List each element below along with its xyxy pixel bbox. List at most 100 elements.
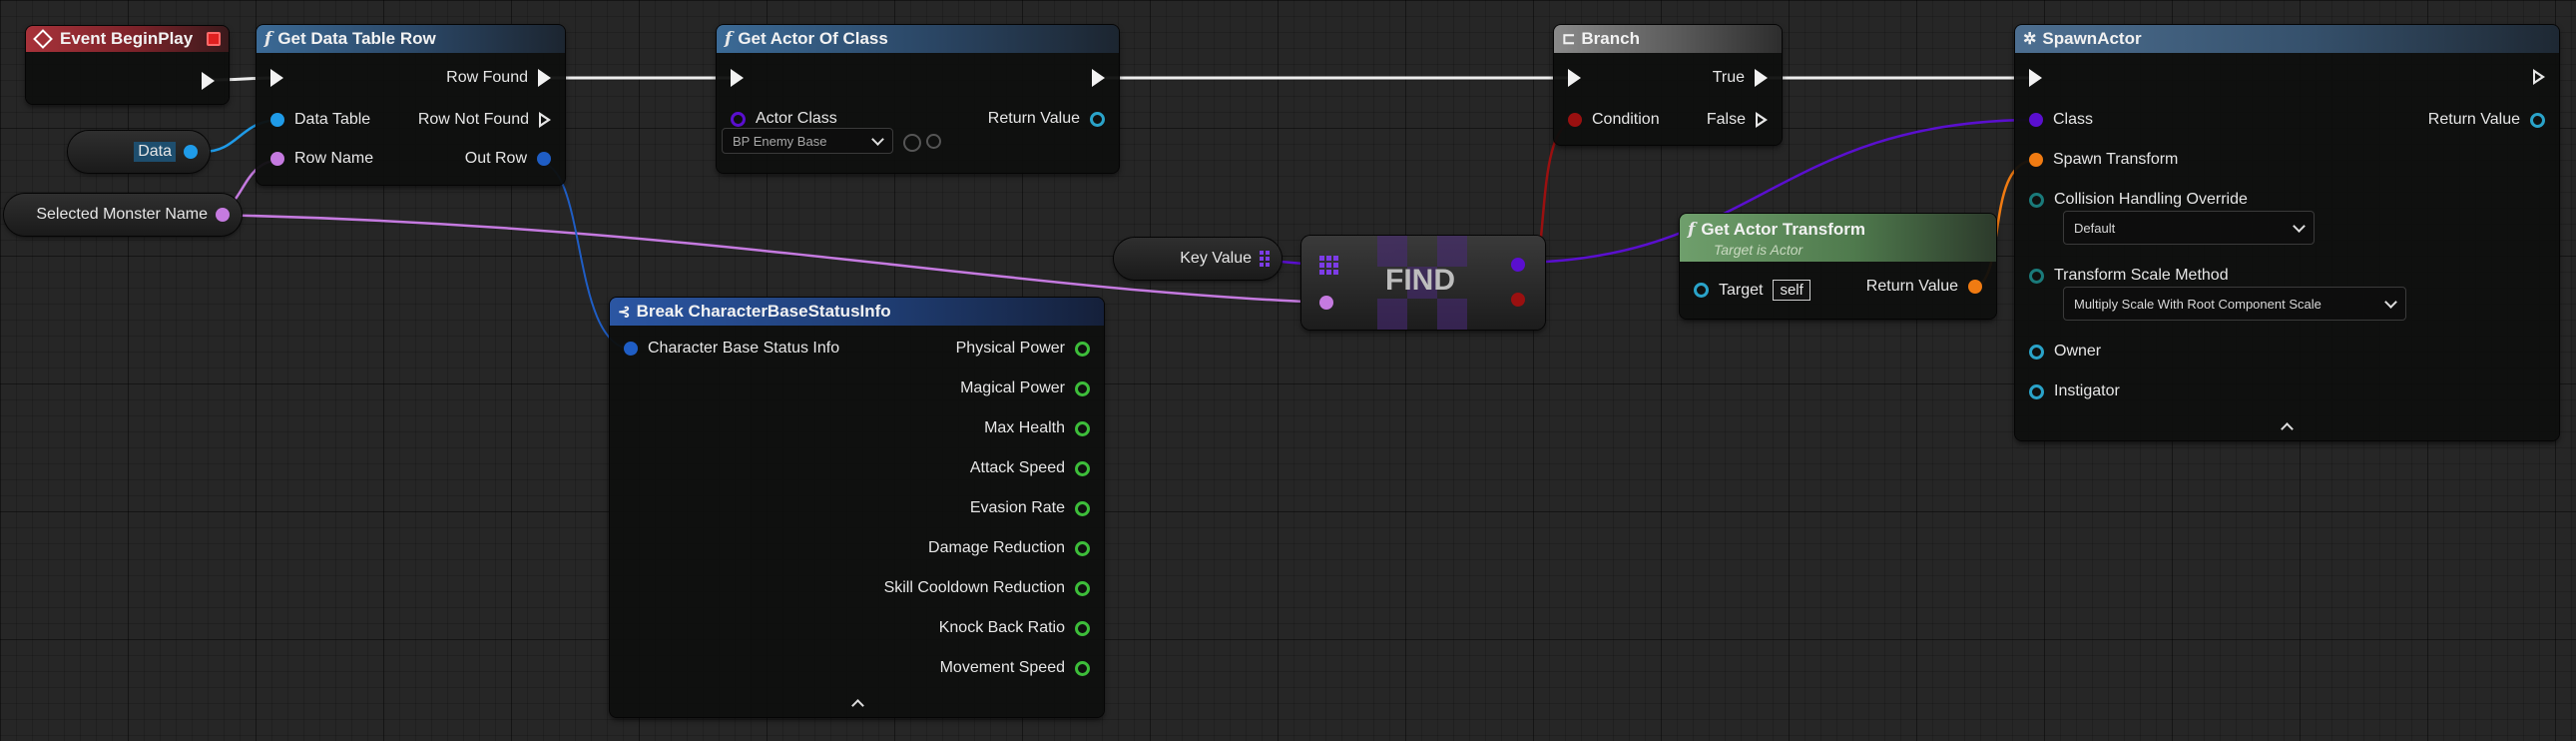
spawn-exec-out[interactable] (2533, 69, 2545, 85)
out-evasion-rate[interactable]: Evasion Rate (970, 499, 1090, 517)
gaoc-actor-class[interactable]: Actor Class (731, 110, 837, 128)
gdtr-exec-in[interactable] (270, 69, 283, 87)
gdtr-row-found[interactable]: Row Found (446, 69, 551, 87)
float-pin[interactable] (1075, 540, 1090, 556)
find-node[interactable]: FIND (1301, 236, 1545, 330)
collision-dropdown[interactable]: Default (2063, 211, 2315, 245)
actor-class-pin[interactable] (731, 111, 746, 127)
gat-target[interactable]: Target self (1694, 280, 1810, 301)
out-knock-back[interactable]: Knock Back Ratio (939, 619, 1090, 637)
float-pin[interactable] (1075, 580, 1090, 596)
out-physical-power[interactable]: Physical Power (956, 340, 1090, 358)
find-key-pin[interactable] (1319, 296, 1333, 310)
get-actor-of-class-node[interactable]: f Get Actor Of Class Actor Class BP Enem… (717, 25, 1119, 173)
get-actor-of-class-header[interactable]: f Get Actor Of Class (717, 25, 1119, 53)
beginplay-exec-out[interactable] (202, 72, 215, 90)
false-exec-pin[interactable] (1756, 112, 1768, 128)
event-beginplay-header[interactable]: Event BeginPlay (26, 26, 229, 52)
exec-in-pin[interactable] (731, 69, 744, 87)
spawn-owner[interactable]: Owner (2029, 343, 2101, 361)
out-max-health[interactable]: Max Health (984, 419, 1090, 437)
exec-out-pin[interactable] (202, 72, 215, 90)
gat-return[interactable]: Return Value (1866, 278, 1982, 296)
exec-out-pin[interactable] (2533, 69, 2545, 85)
branch-false[interactable]: False (1707, 111, 1768, 129)
float-pin[interactable] (1075, 341, 1090, 357)
scale-method-pin[interactable] (2029, 268, 2044, 284)
exec-in-pin[interactable] (2029, 69, 2042, 87)
exec-in-pin[interactable] (1568, 69, 1581, 87)
target-self-field[interactable]: self (1773, 280, 1810, 301)
spawn-exec-in[interactable] (2029, 69, 2042, 87)
row-found-exec-pin[interactable] (538, 69, 551, 87)
out-damage-reduction[interactable]: Damage Reduction (928, 539, 1090, 557)
gdtr-row-name[interactable]: Row Name (270, 150, 373, 168)
out-skill-cooldown[interactable]: Skill Cooldown Reduction (884, 579, 1090, 597)
row-name-pin[interactable] (270, 152, 284, 166)
selected-monster-name-pin[interactable] (216, 208, 230, 222)
spawn-transform-pin[interactable] (2029, 153, 2043, 167)
collapse-chevron-icon[interactable] (851, 699, 864, 712)
gaoc-return-pin[interactable] (1090, 111, 1105, 127)
owner-pin[interactable] (2029, 344, 2044, 360)
exec-out-pin[interactable] (1092, 69, 1105, 87)
spawn-return[interactable]: Return Value (2428, 111, 2545, 129)
instigator-pin[interactable] (2029, 383, 2044, 399)
spawn-scale-method[interactable]: Transform Scale Method (2029, 267, 2229, 285)
float-pin[interactable] (1075, 500, 1090, 516)
branch-exec-in[interactable] (1568, 69, 1581, 87)
break-struct-header[interactable]: ⊰ Break CharacterBaseStatusInfo (610, 298, 1104, 326)
collapse-chevron-icon[interactable] (2281, 422, 2294, 435)
branch-header[interactable]: ⊏ Branch (1554, 25, 1782, 53)
spawn-transform[interactable]: Spawn Transform (2029, 151, 2178, 169)
event-beginplay-node[interactable]: Event BeginPlay (26, 26, 229, 104)
spawn-actor-header[interactable]: ✲ SpawnActor (2015, 25, 2559, 53)
struct-in-pin[interactable] (624, 342, 638, 356)
out-magical-power[interactable]: Magical Power (960, 379, 1090, 397)
key-value-grid-icon[interactable] (1260, 251, 1270, 267)
spawn-actor-node[interactable]: ✲ SpawnActor Class Return Value Spawn Tr… (2015, 25, 2559, 440)
condition-pin[interactable] (1568, 113, 1582, 127)
get-data-table-row-header[interactable]: f Get Data Table Row (257, 25, 565, 53)
spawn-return-pin[interactable] (2530, 112, 2545, 128)
spawn-collision[interactable]: Collision Handling Override (2029, 191, 2248, 209)
gdtr-row-not-found[interactable]: Row Not Found (418, 111, 551, 129)
collision-pin[interactable] (2029, 192, 2044, 208)
get-actor-transform-node[interactable]: f Get Actor Transform Target is Actor Ta… (1680, 214, 1996, 319)
branch-node[interactable]: ⊏ Branch True Condition False (1554, 25, 1782, 145)
find-map-in-icon[interactable] (1319, 256, 1338, 275)
target-pin[interactable] (1694, 283, 1709, 298)
spawn-class[interactable]: Class (2029, 111, 2093, 129)
out-attack-speed[interactable]: Attack Speed (970, 459, 1090, 477)
float-pin[interactable] (1075, 460, 1090, 476)
search-icon[interactable] (926, 134, 941, 149)
break-struct-node[interactable]: ⊰ Break CharacterBaseStatusInfo Characte… (610, 298, 1104, 717)
exec-in-pin[interactable] (270, 69, 283, 87)
branch-condition[interactable]: Condition (1568, 111, 1660, 129)
find-value-pin[interactable] (1511, 258, 1525, 272)
out-row-pin[interactable] (537, 152, 551, 166)
key-value-node[interactable]: Key Value (1114, 238, 1282, 280)
data-variable-pin[interactable] (184, 145, 198, 159)
break-struct-input[interactable]: Character Base Status Info (624, 340, 839, 358)
actor-class-dropdown[interactable]: BP Enemy Base (722, 128, 893, 154)
gaoc-exec-in[interactable] (731, 69, 744, 87)
out-movement-speed[interactable]: Movement Speed (940, 659, 1090, 677)
find-bool-pin[interactable] (1511, 293, 1525, 307)
float-pin[interactable] (1075, 620, 1090, 636)
back-arrow-icon[interactable] (903, 134, 921, 152)
float-pin[interactable] (1075, 660, 1090, 676)
row-not-found-exec-pin[interactable] (539, 112, 551, 128)
true-exec-pin[interactable] (1755, 69, 1768, 87)
branch-true[interactable]: True (1713, 69, 1768, 87)
get-data-table-row-node[interactable]: f Get Data Table Row Row Found Data Tabl… (257, 25, 565, 185)
class-pin[interactable] (2029, 113, 2043, 127)
selected-monster-name-node[interactable]: Selected Monster Name (4, 194, 242, 236)
gaoc-exec-out[interactable] (1092, 69, 1105, 87)
data-variable-node[interactable]: Data (68, 131, 210, 173)
gdtr-out-row[interactable]: Out Row (465, 150, 551, 168)
gaoc-return[interactable]: Return Value (988, 110, 1105, 128)
spawn-instigator[interactable]: Instigator (2029, 382, 2120, 400)
gdtr-data-table[interactable]: Data Table (270, 111, 370, 129)
data-table-pin[interactable] (270, 113, 284, 127)
